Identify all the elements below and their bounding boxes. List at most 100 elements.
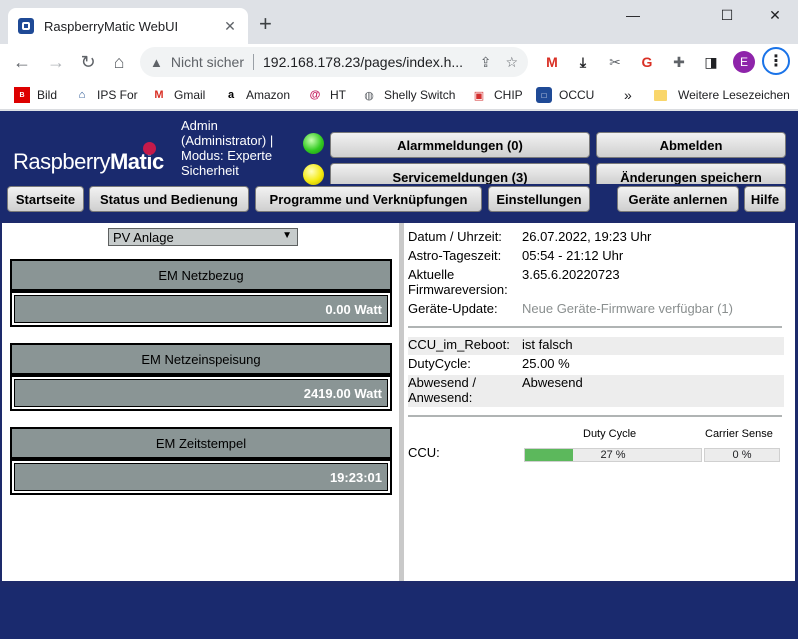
logo-suffix: Matic — [109, 149, 164, 174]
device-value-text: 0.00 Watt — [14, 295, 388, 323]
teach-devices-button[interactable]: Geräte anlernen — [617, 186, 739, 212]
back-icon[interactable]: ← — [10, 50, 34, 74]
info-row-device-update: Geräte-Update: Neue Geräte-Firmware verf… — [408, 301, 784, 319]
favorites-panel: PV Anlage ▼ EM Netzbezug 0.00 Watt EM Ne… — [2, 223, 399, 581]
device-title-zeitstempel: EM Zeitstempel — [10, 427, 392, 459]
device-value-netzbezug: 0.00 Watt — [10, 291, 392, 327]
minimize-button[interactable]: — — [610, 4, 656, 26]
help-button[interactable]: Hilfe — [744, 186, 786, 212]
share-icon[interactable]: ⇪ — [480, 54, 492, 71]
close-window-button[interactable]: ✕ — [752, 4, 798, 26]
info-row-datetime: Datum / Uhrzeit: 26.07.2022, 19:23 Uhr — [408, 229, 784, 247]
gmail-checker-icon[interactable]: M — [542, 52, 562, 72]
webui-page: RaspberryMatic Admin (Administrator) | M… — [0, 111, 798, 639]
bookmark-bild[interactable]: B Bild — [14, 85, 57, 105]
browser-titlebar: RaspberryMatic WebUI ✕ + — ☐ ✕ — [0, 0, 798, 44]
logo-prefix: Raspberry — [13, 149, 110, 174]
info-row-astro: Astro-Tageszeit: 05:54 - 21:12 Uhr — [408, 248, 784, 266]
bookmark-label: IPS For — [97, 88, 138, 102]
side-panel-icon[interactable]: ◨ — [701, 52, 721, 72]
bookmark-label: Shelly Switch — [384, 88, 456, 102]
device-value-text: 19:23:01 — [14, 463, 388, 491]
bookmark-label: Gmail — [174, 88, 206, 102]
new-tab-button[interactable]: + — [259, 13, 272, 35]
sysvar-row-ccu-reboot: CCU_im_Reboot: ist falsch — [408, 337, 784, 355]
bookmark-shelly-switch[interactable]: ◍ Shelly Switch — [361, 85, 455, 105]
ht-icon: @ — [309, 89, 321, 101]
alarm-status-led — [303, 133, 324, 154]
favorites-select-value: PV Anlage — [113, 229, 174, 245]
service-messages-button[interactable]: Servicemeldungen (3) — [330, 163, 590, 184]
nav-status-und-bedienung[interactable]: Status und Bedienung — [89, 186, 249, 212]
bookmark-label: Amazon — [246, 88, 291, 102]
device-value-netzeinspeisung: 2419.00 Watt — [10, 375, 392, 411]
chip-icon: ▣ — [473, 89, 485, 102]
browser-menu-icon[interactable]: ⋮ — [762, 47, 790, 75]
bookmark-chip[interactable]: ▣ CHIP — [471, 85, 523, 105]
extension-scissors-icon[interactable]: ✂ — [605, 52, 625, 72]
bookmark-label: Bild — [37, 88, 58, 102]
address-bar[interactable]: ▲ Nicht sicher 192.168.178.23/pages/inde… — [140, 47, 528, 77]
duty-cycle-fill — [525, 449, 573, 461]
alarm-messages-button[interactable]: Alarmmeldungen (0) — [330, 132, 590, 158]
occu-icon: □ — [536, 87, 552, 103]
bookmark-gmail[interactable]: M Gmail — [151, 85, 205, 105]
user-info: Admin (Administrator) | Modus: Experte S… — [181, 118, 274, 178]
webui-content: PV Anlage ▼ EM Netzbezug 0.00 Watt EM Ne… — [0, 221, 798, 585]
info-row-firmware: Aktuelle Firmwareversion: 3.65.6.2022072… — [408, 267, 784, 299]
device-value-text: 2419.00 Watt — [14, 379, 388, 407]
bookmarks-bar: B Bild ⌂ IPS For M Gmail a Amazon @ HT ◍ Shell… — [0, 80, 798, 110]
tab-close-icon[interactable]: ✕ — [222, 18, 238, 35]
favorites-select[interactable]: PV Anlage ▼ — [108, 228, 298, 246]
info-value: ist falsch — [522, 337, 573, 352]
duty-cycle-bar: 27 % — [524, 448, 702, 462]
bookmark-ips-for[interactable]: ⌂ IPS For — [74, 85, 138, 105]
info-label: CCU_im_Reboot: — [408, 337, 510, 352]
info-value: 25.00 % — [522, 356, 570, 371]
bookmark-label: Weitere Lesezeichen — [678, 88, 790, 102]
not-secure-label[interactable]: Nicht sicher — [171, 54, 244, 70]
raspberrymatic-favicon-icon — [18, 18, 34, 34]
download-icon[interactable]: ⤓ — [573, 52, 593, 72]
info-label: CCU: — [408, 445, 440, 460]
nav-startseite[interactable]: Startseite — [7, 186, 84, 212]
logout-button[interactable]: Abmelden — [596, 132, 786, 158]
gdata-shield-icon[interactable]: G — [637, 52, 657, 72]
warning-icon[interactable]: ▲ — [150, 55, 163, 70]
maximize-button[interactable]: ☐ — [704, 4, 750, 26]
nav-programme-und-verknuepfungen[interactable]: Programme und Verknüpfungen — [255, 186, 482, 212]
forward-icon[interactable]: → — [44, 50, 68, 74]
firmware-update-link[interactable]: Neue Geräte-Firmware verfügbar (1) — [522, 301, 782, 316]
other-bookmarks-folder[interactable]: Weitere Lesezeichen — [654, 85, 790, 105]
extensions-puzzle-icon[interactable]: ✚ — [669, 52, 689, 72]
carrier-sense-bar: 0 % — [704, 448, 780, 462]
separator — [408, 415, 782, 417]
info-label: Abwesend / Anwesend: — [408, 375, 476, 405]
device-title-netzeinspeisung: EM Netzeinspeisung — [10, 343, 392, 375]
bookmark-occu[interactable]: □ OCCU — [536, 85, 594, 105]
info-label: Aktuelle Firmwareversion: — [408, 267, 508, 297]
nav-einstellungen[interactable]: Einstellungen — [488, 186, 590, 212]
home-icon[interactable]: ⌂ — [107, 50, 131, 74]
house-icon: ⌂ — [78, 89, 86, 101]
profile-avatar[interactable]: E — [733, 51, 755, 73]
bookmark-star-icon[interactable]: ☆ — [505, 54, 518, 71]
browser-tab[interactable]: RaspberryMatic WebUI ✕ — [8, 8, 248, 44]
more-bookmarks-button[interactable]: » — [624, 85, 632, 105]
separator — [408, 326, 782, 328]
info-value: 26.07.2022, 19:23 Uhr — [522, 229, 652, 244]
info-label: DutyCycle: — [408, 356, 471, 371]
system-info-panel: Datum / Uhrzeit: 26.07.2022, 19:23 Uhr A… — [404, 223, 795, 581]
bookmark-label: CHIP — [494, 88, 523, 102]
bookmark-amazon[interactable]: a Amazon — [223, 85, 290, 105]
url-text[interactable]: 192.168.178.23/pages/index.h... — [263, 54, 466, 70]
raspberrymatic-logo: RaspberryMatic — [13, 149, 164, 175]
save-changes-button[interactable]: Änderungen speichern — [596, 163, 786, 184]
bookmark-ht[interactable]: @ HT — [307, 85, 346, 105]
chevron-down-icon: ▼ — [282, 230, 292, 241]
info-label: Geräte-Update: — [408, 301, 498, 316]
reload-icon[interactable]: ↻ — [76, 50, 100, 74]
info-value: 3.65.6.20220723 — [522, 267, 620, 282]
info-value: 05:54 - 21:12 Uhr — [522, 248, 624, 263]
tab-title: RaspberryMatic WebUI — [44, 18, 179, 34]
